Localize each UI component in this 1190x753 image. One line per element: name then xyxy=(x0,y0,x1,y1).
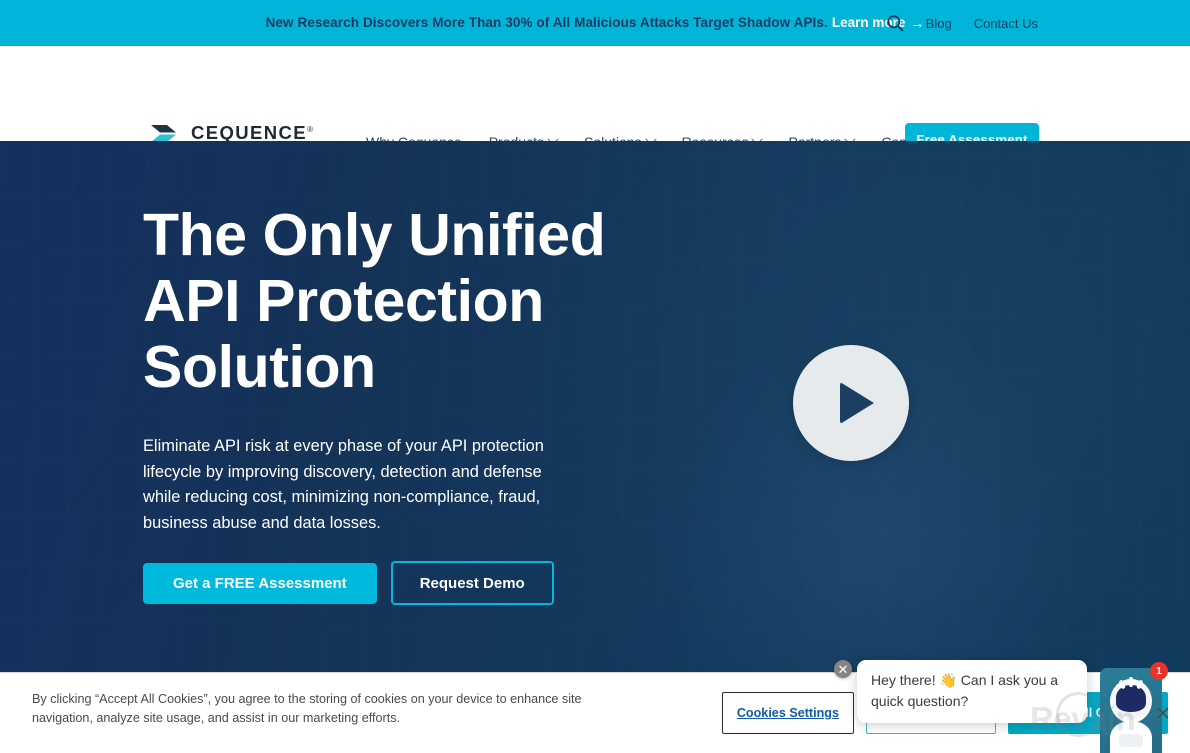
site-header: CEQUENCE® SECURITY Why Cequence Products… xyxy=(0,46,1190,156)
close-circle-icon[interactable]: ✕ xyxy=(834,660,852,678)
hero-description: Eliminate API risk at every phase of you… xyxy=(143,437,544,532)
logo-word: CEQUENCE® xyxy=(191,121,313,143)
request-demo-button[interactable]: Request Demo xyxy=(390,561,554,605)
get-free-assessment-button[interactable]: Get a FREE Assessment xyxy=(143,562,377,604)
astronaut-bot-avatar-icon xyxy=(1100,668,1162,753)
hero-section: The Only Unified API Protection Solution… xyxy=(0,141,1190,672)
hero-content: The Only Unified API Protection Solution… xyxy=(0,141,1190,672)
cookies-settings-button[interactable]: Cookies Settings xyxy=(721,692,854,734)
announcement-content: New Research Discovers More Than 30% of … xyxy=(266,14,925,32)
hero-cta-group: Get a FREE Assessment Request Demo xyxy=(143,561,554,605)
announcement-bar: New Research Discovers More Than 30% of … xyxy=(0,0,1190,46)
cookie-banner-text: By clicking “Accept All Cookies”, you ag… xyxy=(32,692,582,725)
chat-greeting-bubble[interactable]: Hey there! 👋 Can I ask you a quick quest… xyxy=(857,660,1087,723)
search-icon[interactable] xyxy=(886,14,904,32)
play-video-button[interactable] xyxy=(793,345,909,461)
page-root: New Research Discovers More Than 30% of … xyxy=(0,0,1190,753)
hero-title: The Only Unified API Protection Solution xyxy=(143,202,606,400)
chat-unread-badge: 1 xyxy=(1150,662,1168,680)
close-icon[interactable]: ✕ xyxy=(1155,705,1171,724)
announcement-utility-nav: Blog Contact Us xyxy=(886,0,1038,46)
play-icon xyxy=(840,382,874,424)
nav-link-contact-us[interactable]: Contact Us xyxy=(974,16,1038,31)
chat-launcher-button[interactable]: 1 xyxy=(1100,662,1168,753)
registered-mark: ® xyxy=(307,124,313,134)
nav-link-blog[interactable]: Blog xyxy=(926,16,952,31)
announcement-text: New Research Discovers More Than 30% of … xyxy=(265,15,828,30)
